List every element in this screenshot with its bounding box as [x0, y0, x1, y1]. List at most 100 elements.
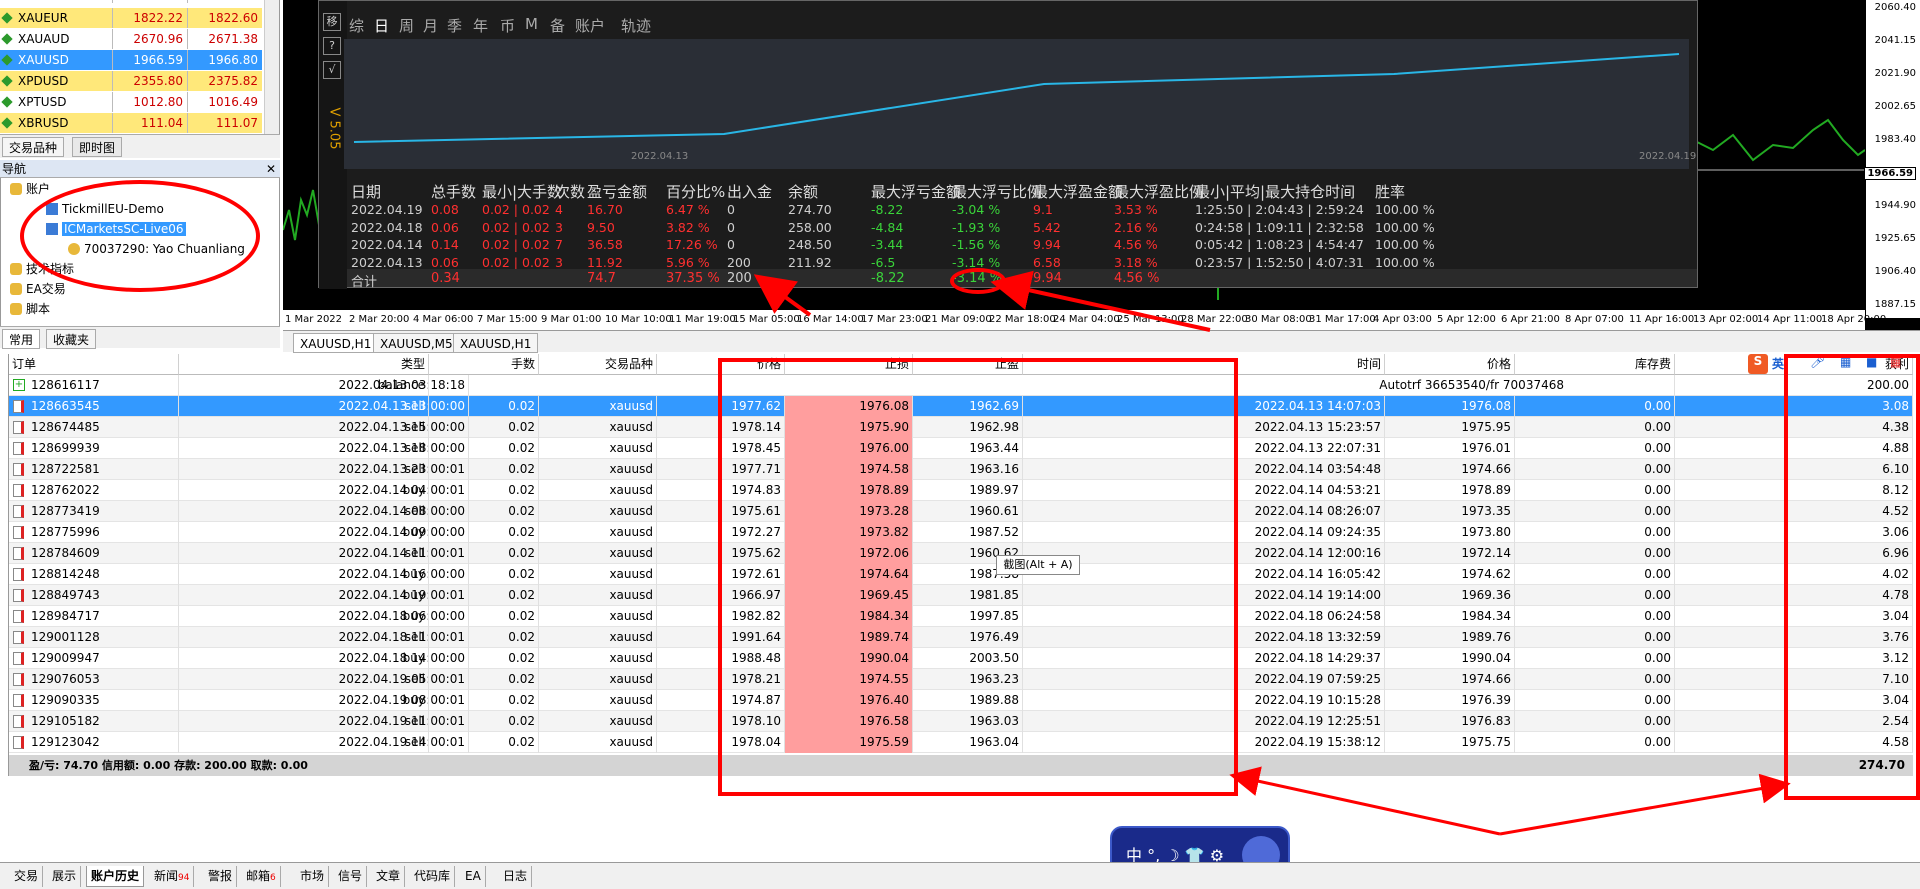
table-cell: 1973.80 [1385, 522, 1515, 543]
market-watch-row[interactable]: XBRUSD 111.04 111.07 [0, 113, 262, 133]
tab-chart-m5[interactable]: XAUUSD,M5 [373, 333, 460, 353]
column-header[interactable]: 订单 [9, 354, 179, 375]
sogou-logo-icon[interactable]: S [1748, 354, 1768, 374]
market-watch-row[interactable]: XPDUSD 2355.80 2375.82 [0, 71, 262, 91]
stats-tab[interactable]: 账户 [575, 15, 605, 36]
stats-cell: 2022.04.19 [351, 202, 423, 217]
tab-tick-chart[interactable]: 即时图 [72, 137, 123, 157]
column-header[interactable]: 价格 [1385, 354, 1515, 375]
tree-ea[interactable]: EA交易 [10, 280, 66, 298]
column-header[interactable]: 交易品种 [539, 354, 657, 375]
terminal-tab[interactable]: 日志 [499, 866, 533, 887]
stats-tab[interactable]: 日 [374, 15, 389, 36]
tab-symbols[interactable]: 交易品种 [2, 137, 65, 157]
scrollbar[interactable] [264, 0, 279, 134]
panel-side-button[interactable]: 移 [323, 13, 341, 31]
column-header[interactable]: 库存费 [1515, 354, 1675, 375]
stats-tab[interactable]: 备 [550, 15, 565, 36]
stats-tab[interactable]: M [525, 15, 538, 33]
sogou-lang[interactable]: 英 [1772, 355, 1784, 372]
stats-tab[interactable]: 币 [500, 15, 515, 36]
panel-side-button[interactable]: ? [323, 37, 341, 55]
tab-favorites[interactable]: 收藏夹 [46, 329, 97, 349]
column-header[interactable]: 手数 [429, 354, 539, 375]
time-label: 5 Apr 12:00 [1437, 314, 1496, 325]
stats-header: 总手数 [431, 183, 477, 201]
stats-cell: 1:25:50 | 2:04:43 | 2:59:24 [1195, 202, 1364, 217]
folder-icon [10, 183, 22, 195]
terminal-tab[interactable]: 交易 [10, 866, 44, 887]
terminal-tab[interactable]: 文章 [372, 866, 406, 887]
panel-side-button[interactable]: √ [323, 61, 341, 79]
stats-tab[interactable]: 周 [399, 15, 414, 36]
tab-chart-h1[interactable]: XAUUSD,H1 [293, 333, 379, 353]
symbol-name: XBRUSD [0, 113, 112, 133]
terminal-tab[interactable]: 信号 [334, 866, 368, 887]
time-label: 4 Mar 06:00 [413, 314, 474, 325]
stats-cell: 0 [727, 219, 735, 235]
market-watch-row[interactable]: XAUEUR 1822.22 1822.60 [0, 8, 262, 28]
terminal-tab[interactable]: 市场 [296, 866, 330, 887]
market-watch-row[interactable]: XPTUSD 1012.80 1016.49 [0, 92, 262, 112]
table-cell: sell [299, 459, 429, 480]
table-cell: xauusd [539, 606, 657, 627]
time-label: 24 Mar 04:00 [1053, 314, 1120, 325]
stats-tab[interactable]: 季 [447, 15, 462, 36]
navigator-tabs: 常用 收藏夹 [0, 326, 280, 349]
table-cell: 1969.36 [1385, 585, 1515, 606]
stats-cell: 0:24:58 | 1:09:11 | 2:32:58 [1195, 219, 1364, 235]
table-cell: 0.00 [1515, 627, 1675, 648]
table-cell: buy [299, 585, 429, 606]
market-watch-row[interactable]: XAUUSD 1966.59 1966.80 [0, 50, 262, 70]
bid-price: 1012.80 [112, 92, 187, 112]
close-icon[interactable]: ✕ [266, 160, 276, 178]
stats-tab[interactable]: 年 [473, 15, 488, 36]
terminal-tab[interactable]: 账户历史 [86, 866, 145, 887]
table-cell: buy [299, 522, 429, 543]
table-cell: xauusd [539, 627, 657, 648]
tab-common[interactable]: 常用 [2, 329, 41, 349]
tree-accounts-label: 账户 [26, 182, 51, 196]
stats-cell: 3.53 % [1114, 202, 1158, 217]
stats-cell: 100.00 % [1375, 219, 1435, 235]
market-watch-row[interactable]: XAUAUD 2670.96 2671.38 [0, 29, 262, 49]
stats-tab[interactable]: 综 [349, 15, 364, 36]
tree-scripts[interactable]: 脚本 [10, 300, 50, 318]
market-watch-tabs: 交易品种 即时图 [0, 134, 280, 158]
price-label: 1944.90 [1874, 200, 1916, 211]
scripts-label: 脚本 [26, 302, 51, 316]
terminal-tab[interactable]: 展示 [48, 866, 82, 887]
stats-tab[interactable]: 月 [423, 15, 438, 36]
table-cell: 128849743 [9, 585, 179, 606]
table-cell: 1974.66 [1385, 459, 1515, 480]
terminal-tab[interactable]: EA [461, 866, 486, 887]
terminal-tab[interactable]: 新闻94 [150, 866, 195, 887]
stats-panel: V 5.05 移? √ 综日周月季年币 M 备账户 轨迹 2022.04.13 2022… [318, 0, 1698, 290]
symbol-name: XPDUSD [0, 71, 112, 91]
table-cell: xauusd [539, 396, 657, 417]
column-header[interactable]: 类型 [299, 354, 429, 375]
terminal-tab[interactable]: 代码库 [410, 866, 456, 887]
table-cell: buy [299, 648, 429, 669]
table-cell: 1974.66 [1385, 669, 1515, 690]
symbol-name: XPTUSD [0, 92, 112, 112]
tab-chart-h1-2[interactable]: XAUUSD,H1 [453, 333, 539, 353]
stats-header: 出入金 [727, 183, 773, 201]
stats-cell: 9.94 [1033, 237, 1061, 252]
terminal-tab[interactable]: 警报 [204, 866, 238, 887]
table-cell: 0.02 [429, 732, 539, 753]
terminal-tab[interactable]: 邮箱6 [242, 866, 281, 887]
tree-accounts[interactable]: 账户 [10, 180, 50, 198]
table-cell: 0.00 [1515, 417, 1675, 438]
table-cell: xauusd [539, 459, 657, 480]
table-cell: 1975.75 [1385, 732, 1515, 753]
table-cell: 0.02 [429, 522, 539, 543]
stats-cell: 100.00 % [1375, 202, 1435, 217]
stats-cell: 6.58 [1033, 254, 1061, 270]
table-cell: xauusd [539, 564, 657, 585]
stats-tab[interactable]: 轨迹 [621, 15, 651, 36]
table-cell: sell [299, 417, 429, 438]
price-label: 2041.15 [1874, 35, 1916, 46]
stats-cell: 200 [727, 254, 751, 270]
header-symbol: 交易品种 [0, 0, 112, 3]
